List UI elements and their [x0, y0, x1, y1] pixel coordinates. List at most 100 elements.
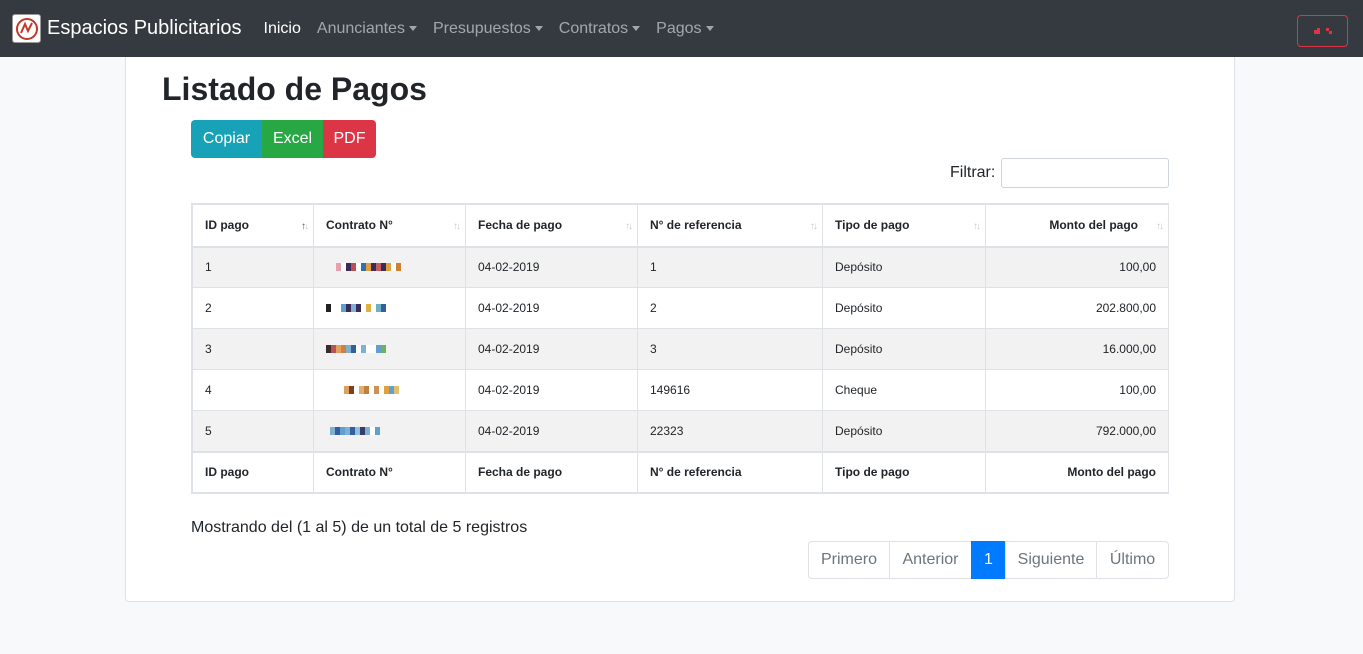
column-header-fecha[interactable]: Fecha de pago ↑↓: [465, 204, 638, 248]
user-menu-button[interactable]: [1297, 15, 1348, 47]
cell-monto: 100,00: [985, 369, 1169, 411]
cell-referencia: 2: [637, 287, 823, 329]
nav-item-pagos[interactable]: Pagos: [648, 20, 721, 38]
footer-tipo: Tipo de pago: [822, 450, 986, 493]
table-info: Mostrando del (1 al 5) de un total de 5 …: [191, 519, 528, 536]
cell-tipo: Depósito: [822, 328, 986, 370]
cell-contrato: [313, 287, 466, 329]
cell-monto: 100,00: [985, 246, 1169, 288]
header-label: Contrato N°: [326, 218, 393, 233]
footer-referencia: N° de referencia: [637, 450, 823, 493]
redacted-contract-image: [330, 426, 380, 435]
column-header-monto[interactable]: Monto del pago ↑↓: [985, 204, 1169, 248]
nav-item-anunciantes[interactable]: Anunciantes: [309, 20, 425, 38]
table-row: 5 04-02-2019 22323 Depósito 792.000,00: [192, 410, 1169, 452]
header-label: Fecha de pago: [478, 218, 563, 233]
nav-label: Contratos: [558, 19, 629, 37]
page-1-button[interactable]: 1: [971, 541, 1006, 579]
nav-label: Inicio: [263, 19, 301, 37]
cell-referencia: 3: [637, 328, 823, 370]
column-header-id[interactable]: ID pago ↑↓: [192, 204, 314, 248]
column-header-referencia[interactable]: N° de referencia ↑↓: [637, 204, 823, 248]
cell-contrato: [313, 369, 466, 411]
nav-label: Pagos: [656, 19, 702, 37]
filter-label: Filtrar:: [950, 164, 996, 181]
filter: Filtrar:: [950, 158, 1170, 188]
cell-id: 5: [192, 410, 314, 452]
cell-id: 1: [192, 246, 314, 288]
cell-contrato: [313, 246, 466, 288]
cell-tipo: Depósito: [822, 246, 986, 288]
header-label: ID pago: [205, 218, 249, 233]
cell-referencia: 1: [637, 246, 823, 288]
cell-id: 2: [192, 287, 314, 329]
footer-contrato: Contrato N°: [313, 450, 466, 493]
nav-label: Presupuestos: [432, 19, 531, 37]
table-footer-row: ID pago Contrato N° Fecha de pago N° de …: [192, 450, 1169, 493]
caret-down-icon: [408, 26, 417, 31]
nav-item-inicio[interactable]: Inicio: [256, 20, 309, 38]
column-header-contrato[interactable]: Contrato N° ↑↓: [313, 204, 466, 248]
page-next-button[interactable]: Siguiente: [1005, 541, 1097, 579]
pdf-button[interactable]: PDF: [323, 120, 376, 158]
table-row: 2 04-02-2019 2 Depósito 202.800,00: [192, 287, 1169, 329]
sort-icon: ↑↓: [625, 221, 633, 232]
cell-id: 4: [192, 369, 314, 411]
export-buttons: Copiar Excel PDF: [191, 120, 376, 158]
cell-contrato: [313, 410, 466, 452]
table-row: 4 04-02-2019 149616 Cheque 100,00: [192, 369, 1169, 411]
user-icon: [1313, 28, 1332, 34]
page-title: Listado de Pagos: [162, 71, 427, 107]
footer-fecha: Fecha de pago: [465, 450, 638, 493]
header-label: Tipo de pago: [835, 218, 910, 233]
cell-fecha: 04-02-2019: [465, 246, 638, 288]
filter-input[interactable]: [1001, 158, 1170, 188]
sort-asc-icon: ↑↓: [301, 221, 309, 232]
sort-icon: ↑↓: [1156, 221, 1164, 232]
footer-monto: Monto del pago: [985, 450, 1169, 493]
redacted-contract-image: [336, 263, 401, 272]
sort-icon: ↑↓: [810, 221, 818, 232]
table-row: 3 04-02-2019 3 Depósito 16.000,00: [192, 328, 1169, 370]
brand[interactable]: Espacios Publicitarios: [12, 14, 242, 43]
navbar: Espacios Publicitarios Inicio Anunciante…: [0, 0, 1363, 57]
cell-referencia: 22323: [637, 410, 823, 452]
nav-label: Anunciantes: [316, 19, 405, 37]
pagination: Primero Anterior 1 Siguiente Último: [808, 541, 1169, 579]
nav-item-contratos[interactable]: Contratos: [551, 20, 648, 38]
cell-fecha: 04-02-2019: [465, 369, 638, 411]
copy-button[interactable]: Copiar: [191, 120, 262, 158]
main-nav: Inicio Anunciantes Presupuestos Contrato…: [256, 20, 722, 38]
table-header-row: ID pago ↑↓ Contrato N° ↑↓ Fecha de pago ↑↓ …: [192, 204, 1169, 248]
redacted-contract-image: [344, 386, 399, 394]
cell-fecha: 04-02-2019: [465, 287, 638, 329]
cell-tipo: Cheque: [822, 369, 986, 411]
cell-id: 3: [192, 328, 314, 370]
page-last-button[interactable]: Último: [1096, 541, 1169, 579]
caret-down-icon: [632, 26, 641, 31]
nav-item-presupuestos[interactable]: Presupuestos: [425, 20, 551, 38]
sort-icon: ↑↓: [973, 221, 981, 232]
excel-button[interactable]: Excel: [262, 120, 323, 158]
page-first-button[interactable]: Primero: [808, 541, 890, 579]
page-prev-button[interactable]: Anterior: [889, 541, 972, 579]
caret-down-icon: [534, 26, 543, 31]
table-row: 1 04-02-2019 1 Depósito 100,00: [192, 246, 1169, 288]
brand-title: Espacios Publicitarios: [47, 17, 242, 39]
redacted-contract-image: [326, 345, 386, 353]
cell-tipo: Depósito: [822, 287, 986, 329]
cell-tipo: Depósito: [822, 410, 986, 452]
caret-down-icon: [705, 26, 714, 31]
column-header-tipo[interactable]: Tipo de pago ↑↓: [822, 204, 986, 248]
sort-icon: ↑↓: [453, 221, 461, 232]
cell-monto: 792.000,00: [985, 410, 1169, 452]
cell-fecha: 04-02-2019: [465, 410, 638, 452]
footer-id: ID pago: [192, 450, 314, 493]
header-label: Monto del pago: [1049, 218, 1138, 233]
main-card: Listado de Pagos Copiar Excel PDF Filtra…: [125, 57, 1235, 602]
cell-contrato: [313, 328, 466, 370]
cell-fecha: 04-02-2019: [465, 328, 638, 370]
cell-monto: 202.800,00: [985, 287, 1169, 329]
redacted-contract-image: [326, 304, 386, 312]
payments-table: ID pago ↑↓ Contrato N° ↑↓ Fecha de pago ↑↓ …: [191, 203, 1169, 494]
